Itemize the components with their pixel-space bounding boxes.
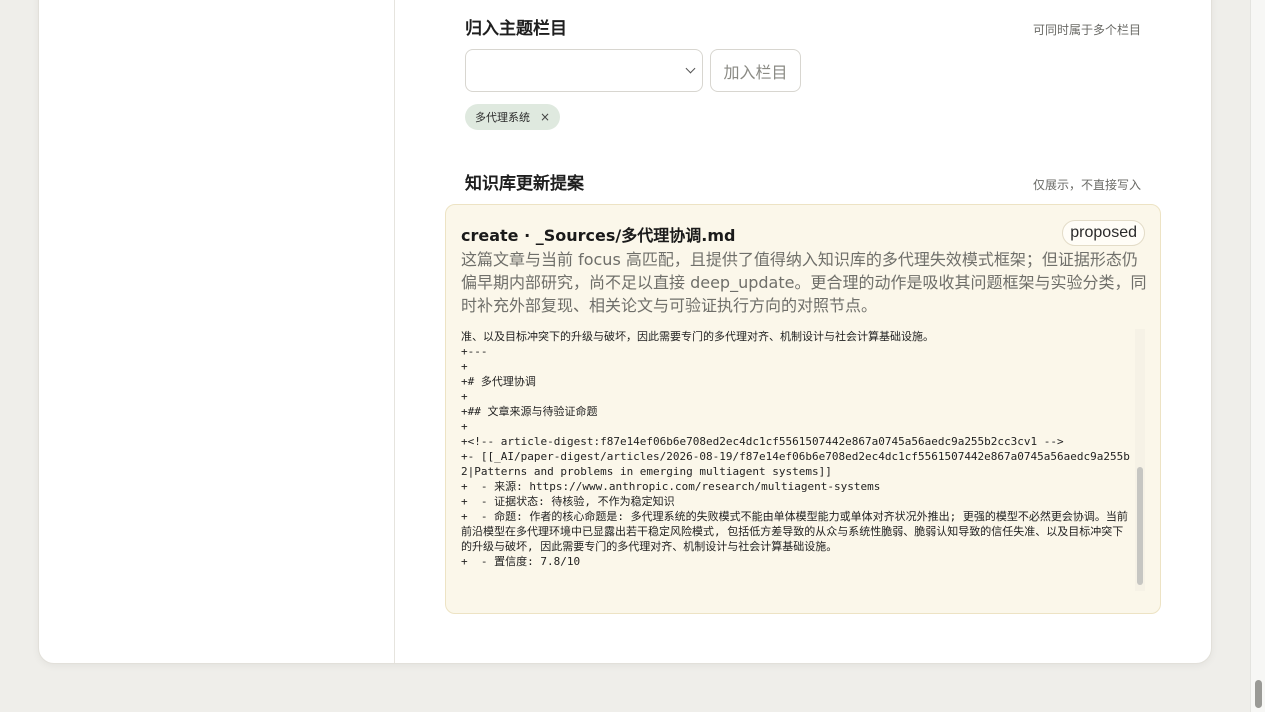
left-pane (39, 0, 395, 663)
topics-title: 归入主题栏目 (465, 19, 567, 39)
kb-header: 知识库更新提案 仅展示，不直接写入 (465, 169, 1141, 194)
topic-tag-label: 多代理系统 (475, 111, 530, 124)
page-scrollbar-thumb[interactable] (1255, 680, 1262, 708)
page-scrollbar[interactable] (1250, 0, 1265, 712)
proposal-title: create · _Sources/多代理协调.md (461, 226, 736, 245)
proposal-card: create · _Sources/多代理协调.md proposed 这篇文章… (445, 204, 1161, 614)
main-card: 归入主题栏目 可同时属于多个栏目 加入栏目 多代理系统 × 知识库更新提案 仅展… (38, 0, 1212, 664)
topics-header: 归入主题栏目 可同时属于多个栏目 (465, 14, 1141, 39)
diff-text: 准、以及目标冲突下的升级与破坏，因此需要专门的多代理对齐、机制设计与社会计算基础… (461, 330, 1130, 568)
kb-title: 知识库更新提案 (465, 174, 584, 194)
diff-scrollbar-thumb[interactable] (1137, 467, 1143, 585)
diff-viewer[interactable]: 准、以及目标冲突下的升级与破坏，因此需要专门的多代理对齐、机制设计与社会计算基础… (461, 329, 1144, 591)
kb-note: 仅展示，不直接写入 (1032, 178, 1141, 192)
chevron-down-icon (685, 63, 696, 74)
status-badge: proposed (1062, 220, 1145, 246)
close-icon[interactable]: × (540, 110, 550, 124)
proposal-summary: 这篇文章与当前 focus 高匹配，且提供了值得纳入知识库的多代理失效模式框架；… (461, 250, 1147, 315)
add-topic-button[interactable]: 加入栏目 (710, 49, 801, 92)
diff-scrollbar[interactable] (1135, 329, 1145, 591)
topic-tag: 多代理系统 × (465, 104, 561, 130)
topic-select[interactable] (465, 49, 703, 92)
topics-note: 可同时属于多个栏目 (1032, 23, 1141, 37)
